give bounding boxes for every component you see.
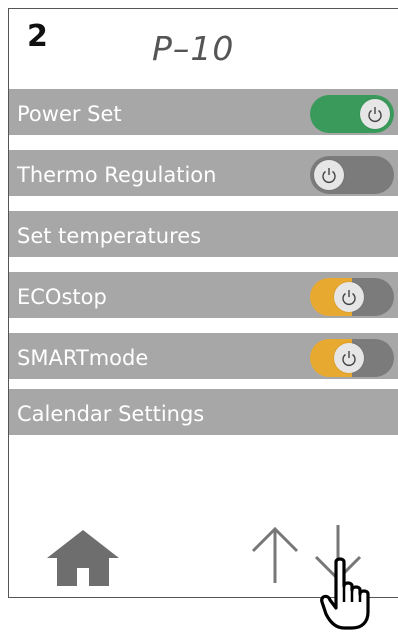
row-label: Power Set [17, 102, 122, 126]
ecostop-toggle[interactable] [310, 278, 394, 316]
hand-pointer-icon [318, 556, 382, 636]
row-label: Calendar Settings [17, 402, 205, 426]
arrow-up-icon[interactable] [249, 525, 301, 587]
row-label: Thermo Regulation [17, 163, 217, 187]
home-icon[interactable] [47, 528, 119, 590]
power-icon [360, 99, 390, 129]
menu-row-smartmode[interactable]: SMARTmode [9, 333, 398, 379]
step-number: 2 [27, 19, 48, 54]
menu-row-ecostop[interactable]: ECOstop [9, 272, 398, 318]
page-title: P–10 [152, 29, 235, 68]
thermo-regulation-toggle[interactable] [310, 156, 394, 194]
row-label: SMARTmode [17, 346, 149, 370]
power-icon [314, 160, 344, 190]
menu-row-thermo-regulation[interactable]: Thermo Regulation [9, 150, 398, 196]
menu-row-calendar-settings[interactable]: Calendar Settings [9, 389, 398, 435]
smartmode-toggle[interactable] [310, 339, 394, 377]
power-icon [334, 343, 364, 373]
menu-row-set-temperatures[interactable]: Set temperatures [9, 211, 398, 257]
menu-row-power-set[interactable]: Power Set [9, 89, 398, 135]
power-set-toggle[interactable] [310, 95, 394, 133]
row-label: ECOstop [17, 285, 107, 309]
row-label: Set temperatures [17, 224, 202, 248]
power-icon [334, 282, 364, 312]
